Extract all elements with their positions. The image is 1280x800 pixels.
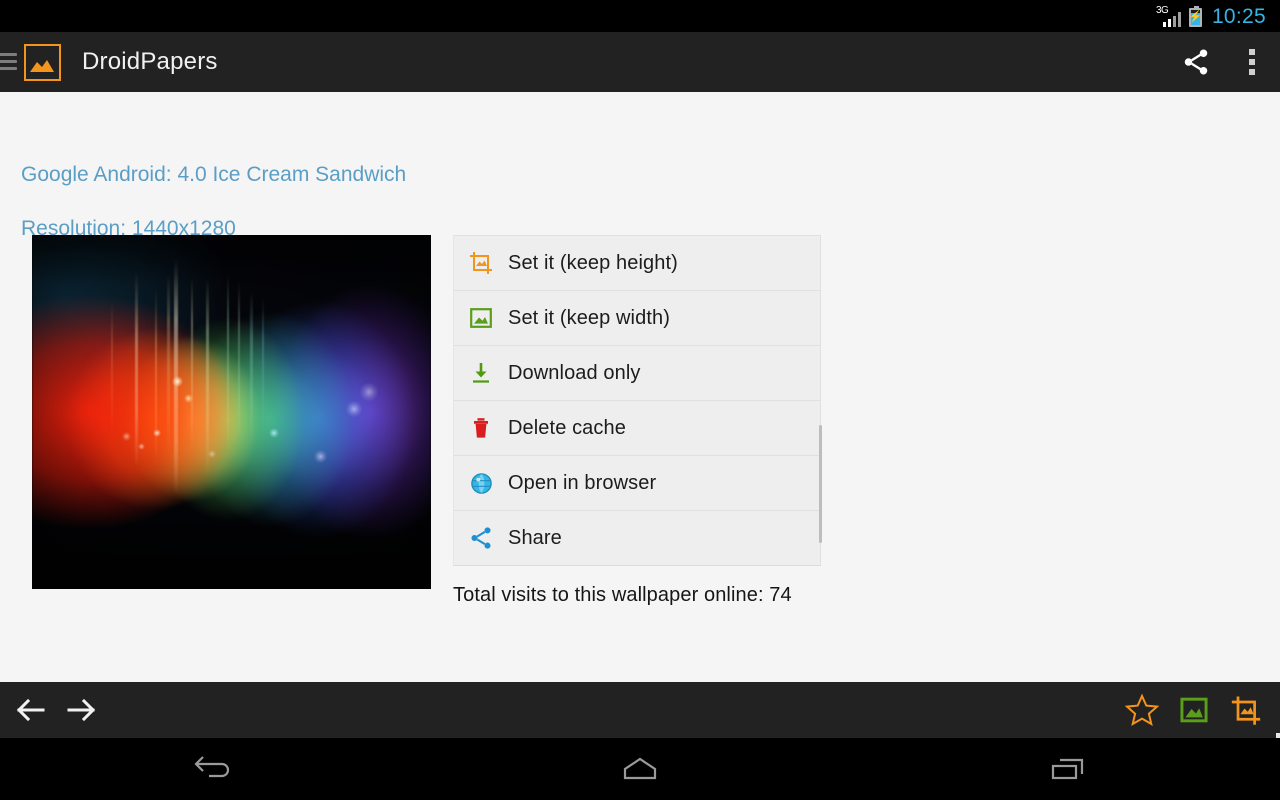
bottom-toolbar bbox=[0, 682, 1280, 738]
status-icons: 3G ⚡ 10:25 bbox=[1156, 4, 1266, 28]
wallpaper-action-list: Set it (keep height) Set it (keep width) bbox=[453, 235, 821, 566]
back-arrow-icon[interactable] bbox=[0, 738, 427, 800]
option-download-only[interactable]: Download only bbox=[453, 345, 821, 401]
image-icon[interactable] bbox=[1168, 682, 1220, 738]
wallpaper-preview-image[interactable] bbox=[32, 235, 431, 589]
arrow-left-icon[interactable] bbox=[4, 682, 56, 738]
crop-icon bbox=[454, 250, 508, 276]
option-label: Download only bbox=[508, 361, 641, 384]
star-outline-icon[interactable] bbox=[1116, 682, 1168, 738]
list-scrollbar[interactable] bbox=[819, 425, 822, 543]
option-set-keep-width[interactable]: Set it (keep width) bbox=[453, 290, 821, 346]
page-title: DroidPapers bbox=[82, 48, 218, 75]
arrow-right-icon[interactable] bbox=[56, 682, 108, 738]
overflow-menu-icon[interactable] bbox=[1224, 32, 1280, 92]
status-bar: 3G ⚡ 10:25 bbox=[0, 0, 1280, 32]
option-label: Delete cache bbox=[508, 416, 626, 439]
option-label: Set it (keep height) bbox=[508, 251, 678, 274]
signal-strength-bars bbox=[1162, 11, 1182, 27]
action-bar: DroidPapers bbox=[0, 32, 1280, 92]
system-navigation-bar bbox=[0, 738, 1280, 800]
option-label: Set it (keep width) bbox=[508, 306, 670, 329]
battery-charging-icon: ⚡ bbox=[1189, 5, 1202, 27]
main-content: Google Android: 4.0 Ice Cream Sandwich R… bbox=[0, 92, 1280, 682]
recent-apps-icon[interactable] bbox=[853, 738, 1280, 800]
app-logo-image-icon[interactable] bbox=[24, 43, 61, 81]
android-app-screen: 3G ⚡ 10:25 DroidPapers Google Android: 4… bbox=[0, 0, 1280, 800]
hamburger-drawer-icon[interactable] bbox=[0, 48, 17, 76]
option-label: Open in browser bbox=[508, 471, 657, 494]
share-icon bbox=[454, 525, 508, 551]
image-icon bbox=[454, 305, 508, 331]
option-delete-cache[interactable]: Delete cache bbox=[453, 400, 821, 456]
crop-icon[interactable] bbox=[1220, 682, 1272, 738]
metadata-line-android: Google Android: 4.0 Ice Cream Sandwich bbox=[21, 163, 407, 186]
trash-icon bbox=[454, 415, 508, 441]
download-icon bbox=[454, 360, 508, 386]
status-clock: 10:25 bbox=[1211, 4, 1266, 28]
option-open-in-browser[interactable]: Open in browser bbox=[453, 455, 821, 511]
visits-counter-text: Total visits to this wallpaper online: 7… bbox=[453, 584, 792, 606]
globe-icon bbox=[454, 471, 508, 496]
option-share[interactable]: Share bbox=[453, 510, 821, 566]
option-set-keep-height[interactable]: Set it (keep height) bbox=[453, 235, 821, 291]
option-label: Share bbox=[508, 526, 562, 549]
share-icon[interactable] bbox=[1168, 32, 1224, 92]
home-icon[interactable] bbox=[427, 738, 854, 800]
wallpaper-vignette-layer bbox=[32, 235, 431, 589]
signal-bars-icon: 3G bbox=[1156, 5, 1182, 27]
